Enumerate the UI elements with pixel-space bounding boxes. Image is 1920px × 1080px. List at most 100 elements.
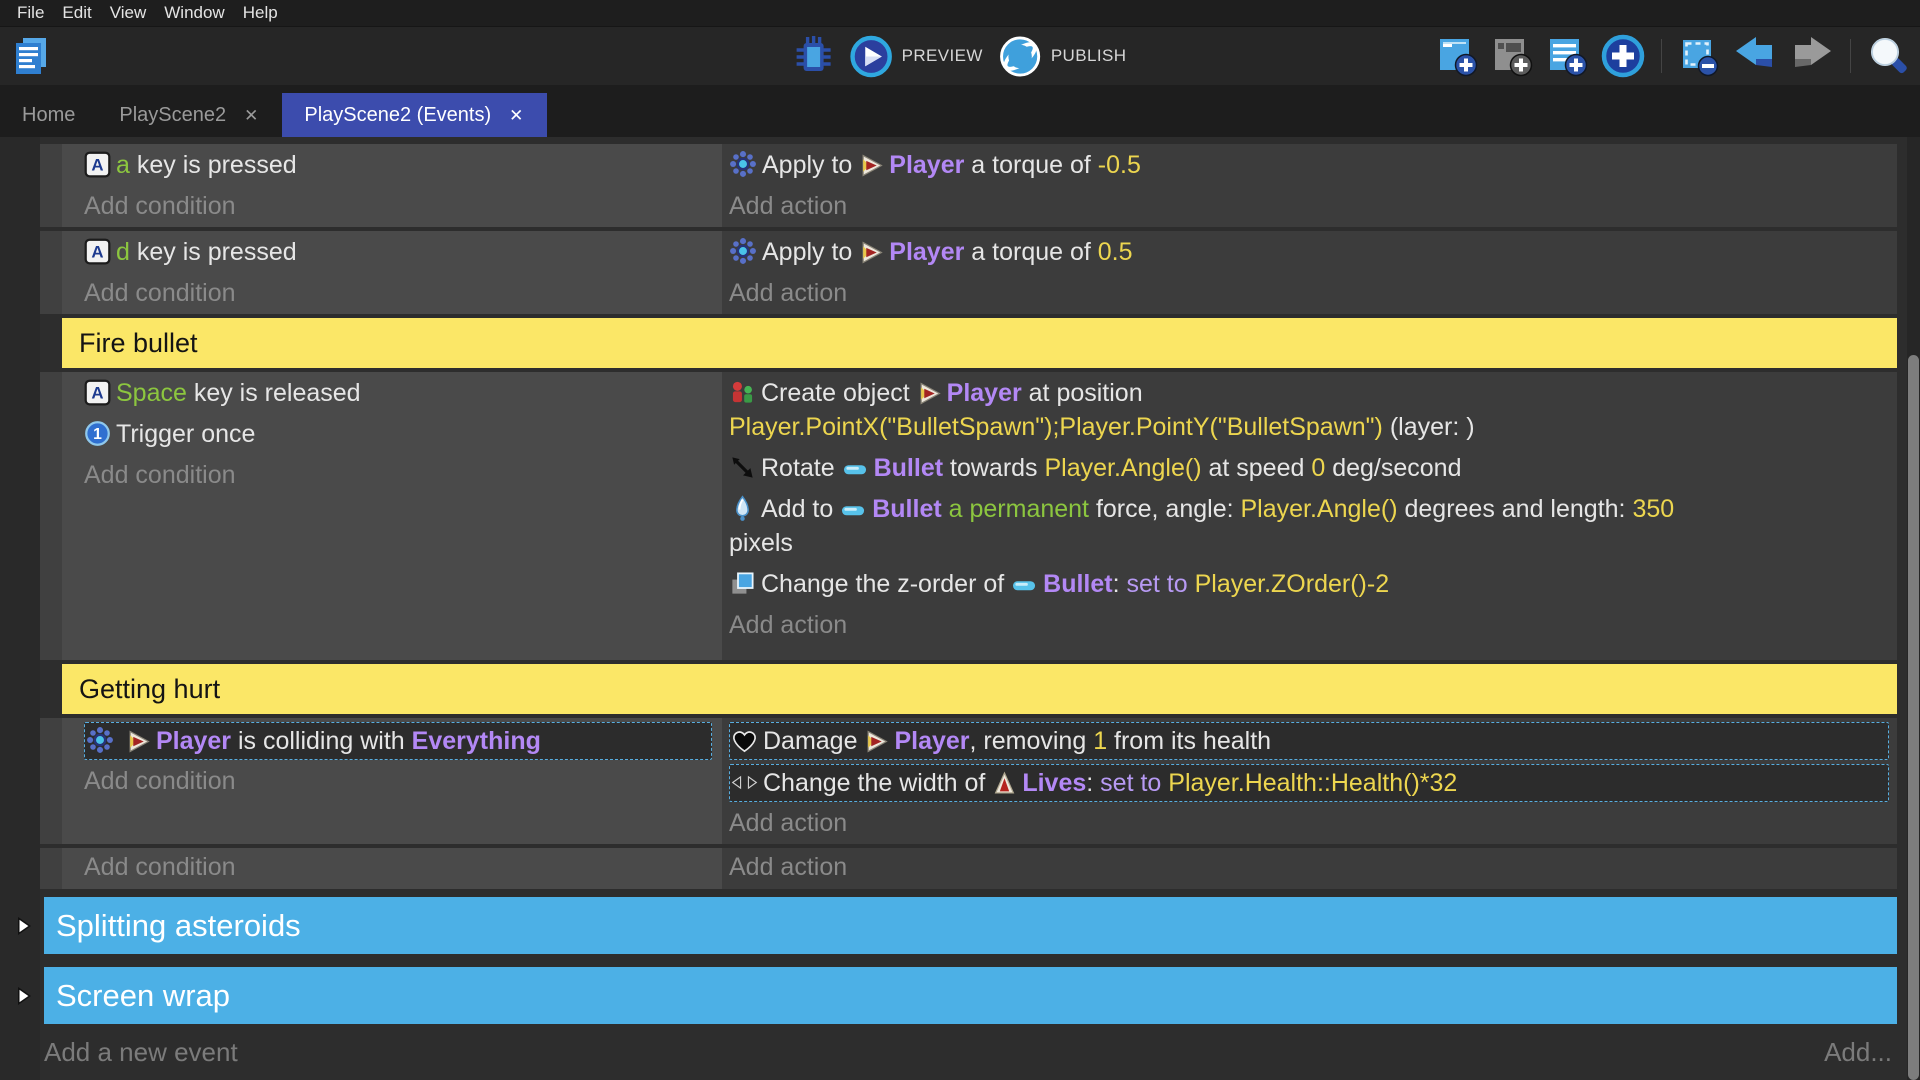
physics-icon xyxy=(86,726,114,754)
tab-label: PlayScene2 (Events) xyxy=(304,104,491,127)
add-condition-link[interactable]: Add condition xyxy=(84,276,236,310)
action[interactable]: Apply to Player a torque of 0.5 xyxy=(729,235,1889,269)
instruction-text: Bullet xyxy=(872,495,941,523)
tab-playscene2-events[interactable]: PlayScene2 (Events) ✕ xyxy=(282,93,547,137)
instruction-text: Apply to xyxy=(762,151,859,179)
action[interactable]: Create object Player at positionPlayer.P… xyxy=(729,376,1889,444)
tab-home[interactable]: Home xyxy=(0,93,97,137)
instruction-text: a torque of xyxy=(964,151,1097,179)
trigger-once-icon: 1 xyxy=(84,420,111,447)
event-drag-handle[interactable] xyxy=(40,718,62,844)
bullet-icon xyxy=(840,499,867,522)
debug-icon[interactable] xyxy=(794,36,834,76)
project-manager-icon[interactable] xyxy=(10,35,52,77)
tab-playscene2[interactable]: PlayScene2 ✕ xyxy=(97,93,282,137)
instruction-line: Player.PointX("BulletSpawn");Player.Poin… xyxy=(729,410,1889,444)
condition[interactable]: Aa key is pressed xyxy=(84,148,712,182)
publish-button[interactable]: PUBLISH xyxy=(999,35,1127,78)
scrollbar-thumb[interactable] xyxy=(1908,355,1919,1080)
menu-window[interactable]: Window xyxy=(155,3,233,23)
event-drag-handle[interactable] xyxy=(40,848,62,889)
instruction-line: Player is colliding with Everything xyxy=(86,724,707,758)
close-icon[interactable]: ✕ xyxy=(507,105,525,126)
condition[interactable]: Ad key is pressed xyxy=(84,235,712,269)
add-event-button[interactable]: Add... xyxy=(1824,1037,1892,1068)
player-ship-icon xyxy=(864,729,889,754)
actions-panel: Apply to Player a torque of 0.5 Add actio… xyxy=(722,231,1897,314)
add-new-icon[interactable] xyxy=(1600,33,1646,79)
add-action-link[interactable]: Add action xyxy=(729,850,847,884)
add-condition-link[interactable]: Add condition xyxy=(84,458,236,492)
menu-bar: File Edit View Window Help xyxy=(0,0,1920,27)
fold-arrow-icon[interactable] xyxy=(14,916,33,935)
player-ship-icon xyxy=(126,729,151,754)
condition[interactable]: 1Trigger once xyxy=(84,417,712,451)
instruction-text: pixels xyxy=(729,529,793,557)
add-subevent-icon[interactable] xyxy=(1490,34,1534,78)
menu-help[interactable]: Help xyxy=(234,3,287,23)
instruction-text: key is pressed xyxy=(130,151,297,179)
event-drag-handle[interactable] xyxy=(40,231,62,314)
delete-selection-icon[interactable] xyxy=(1677,34,1721,78)
conditions-panel: Player is colliding with Everything Add c… xyxy=(62,718,722,844)
close-icon[interactable]: ✕ xyxy=(242,105,260,126)
add-condition-link[interactable]: Add condition xyxy=(84,189,236,223)
event-drag-handle[interactable] xyxy=(40,372,62,660)
physics-icon xyxy=(729,237,757,265)
conditions-panel: Ad key is pressed Add condition xyxy=(62,231,722,314)
action[interactable]: Apply to Player a torque of -0.5 xyxy=(729,148,1889,182)
group-bar[interactable]: Screen wrap xyxy=(44,967,1897,1024)
instruction-line: Apply to Player a torque of -0.5 xyxy=(729,148,1889,182)
add-comment-icon[interactable] xyxy=(1545,34,1589,78)
instruction-text: Player xyxy=(894,727,969,755)
instruction-line: Add to Bullet a permanent force, angle: … xyxy=(729,492,1889,526)
add-condition-link[interactable]: Add condition xyxy=(84,764,236,798)
instruction-text: : xyxy=(1086,769,1100,797)
add-event-icon[interactable] xyxy=(1435,34,1479,78)
force-icon xyxy=(729,495,756,522)
menu-file[interactable]: File xyxy=(8,3,53,23)
condition[interactable]: Player is colliding with Everything xyxy=(84,722,712,760)
group-bar[interactable]: Splitting asteroids xyxy=(44,897,1897,954)
preview-button[interactable]: PREVIEW xyxy=(850,35,983,78)
action[interactable]: Rotate Bullet towards Player.Angle() at … xyxy=(729,451,1889,485)
instruction-line: Change the width of Lives: set to Player… xyxy=(731,766,1884,800)
add-action-link[interactable]: Add action xyxy=(729,608,847,642)
action[interactable]: Change the z-order of Bullet: set to Pla… xyxy=(729,567,1889,601)
event-drag-handle[interactable] xyxy=(40,144,62,227)
redo-icon[interactable] xyxy=(1789,34,1835,78)
instruction-line: Ad key is pressed xyxy=(84,235,712,269)
add-action-link[interactable]: Add action xyxy=(729,189,847,223)
keyboard-key-icon: A xyxy=(84,151,111,178)
add-action-link[interactable]: Add action xyxy=(729,276,847,310)
menu-view[interactable]: View xyxy=(101,3,156,23)
player-ship-icon xyxy=(917,381,942,406)
menu-edit[interactable]: Edit xyxy=(53,3,100,23)
add-new-event-hint[interactable]: Add a new event xyxy=(44,1037,238,1068)
bullet-icon xyxy=(1011,574,1038,597)
rotate-icon xyxy=(729,454,756,481)
instruction-text: Player xyxy=(156,727,231,755)
create-object-icon xyxy=(729,379,756,406)
condition[interactable]: ASpace key is released xyxy=(84,376,712,410)
instruction-text: Player xyxy=(947,379,1022,407)
instruction-text: degrees and length: xyxy=(1398,495,1633,523)
action[interactable]: Change the width of Lives: set to Player… xyxy=(729,764,1889,802)
add-condition-link[interactable]: Add condition xyxy=(84,850,236,884)
width-icon xyxy=(731,769,758,796)
vertical-scrollbar[interactable] xyxy=(1907,137,1920,1080)
action[interactable]: Add to Bullet a permanent force, angle: … xyxy=(729,492,1889,560)
action[interactable]: Damage Player, removing 1 from its healt… xyxy=(729,722,1889,760)
instruction-line: Damage Player, removing 1 from its healt… xyxy=(731,724,1884,758)
events-sheet: Aa key is pressed Add condition Apply to P… xyxy=(0,137,1920,1080)
fold-arrow-icon[interactable] xyxy=(14,986,33,1005)
svg-text:A: A xyxy=(91,156,103,175)
search-icon[interactable] xyxy=(1866,34,1910,78)
tab-label: Home xyxy=(22,104,75,127)
undo-icon[interactable] xyxy=(1732,34,1778,78)
conditions-panel: ASpace key is released 1Trigger once Add c… xyxy=(62,372,722,660)
comment-bar[interactable]: Getting hurt xyxy=(62,664,1897,714)
comment-bar[interactable]: Fire bullet xyxy=(62,318,1897,368)
add-action-link[interactable]: Add action xyxy=(729,806,847,840)
instruction-text: key is pressed xyxy=(130,238,297,266)
